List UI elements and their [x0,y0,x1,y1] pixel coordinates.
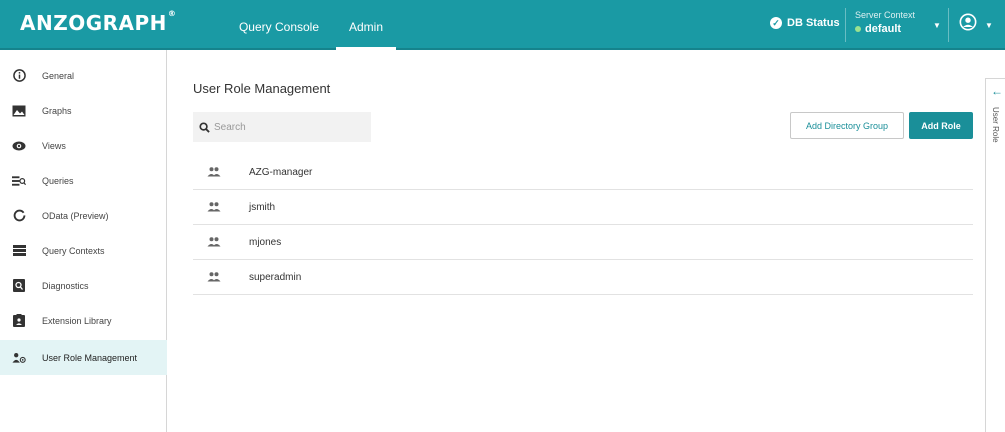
db-status-button[interactable]: ✓ DB Status [770,17,840,29]
sidebar-item-label: Diagnostics [42,280,89,291]
check-circle-icon: ✓ [770,17,782,29]
page-title: User Role Management [193,81,331,96]
user-account-icon[interactable] [959,13,977,31]
query-list-icon [12,174,26,188]
logo-text: ANZOGRAPH [20,11,167,35]
sidebar: General Graphs Views Queries OData (Prev… [0,50,167,432]
sidebar-item-label: General [42,70,75,81]
side-panel-label: User Role [991,107,1000,143]
server-context-value: default [865,23,902,35]
role-row-jsmith[interactable]: jsmith [193,190,973,225]
sidebar-item-odata[interactable]: OData (Preview) [0,198,167,233]
server-context-label: Server Context [855,10,916,20]
eye-icon [12,139,26,153]
sidebar-item-label: Views [42,140,66,151]
group-icon [207,272,221,282]
tab-label: Admin [348,20,383,34]
arrow-left-icon[interactable]: ← [991,85,1003,97]
sidebar-item-general[interactable]: General [0,58,167,93]
sidebar-item-label: Queries [42,175,74,186]
db-status-label: DB Status [787,17,840,29]
sidebar-item-query-contexts[interactable]: Query Contexts [0,233,167,268]
sidebar-item-label: Extension Library [42,315,112,326]
search-placeholder: Search [214,121,246,133]
image-icon [12,104,26,118]
logo-registered-mark: ® [167,9,177,18]
role-row-mjones[interactable]: mjones [193,225,973,260]
group-icon [207,202,221,212]
tab-query-console[interactable]: Query Console [226,0,332,50]
search-input[interactable]: Search [193,112,371,142]
sidebar-item-views[interactable]: Views [0,128,167,163]
sidebar-item-diagnostics[interactable]: Diagnostics [0,268,167,303]
role-row-superadmin[interactable]: superadmin [193,260,973,295]
add-role-button[interactable]: Add Role [909,112,973,139]
group-icon [207,237,221,247]
sidebar-item-label: OData (Preview) [42,210,109,221]
status-dot-icon [855,26,861,32]
divider [948,8,949,42]
top-bar: ANZOGRAPH® Query Console Admin ✓ DB Stat… [0,0,1005,50]
sidebar-item-label: User Role Management [42,352,138,363]
chevron-down-icon[interactable]: ▼ [933,21,941,30]
server-context-value-row: default [855,23,915,35]
search-icon [199,121,210,133]
list-icon [12,244,26,258]
user-role-side-panel[interactable]: ← User Role [985,78,1005,432]
role-name: superadmin [249,271,302,283]
sidebar-item-graphs[interactable]: Graphs [0,93,167,128]
sidebar-item-label: Query Contexts [42,245,105,256]
role-name: mjones [249,236,282,248]
role-row-azg-manager[interactable]: AZG-manager [193,155,973,190]
sidebar-item-extension-library[interactable]: Extension Library [0,303,167,338]
divider [845,8,846,42]
tab-admin[interactable]: Admin [336,0,396,50]
sidebar-item-queries[interactable]: Queries [0,163,167,198]
group-icon [207,167,221,177]
info-icon [12,69,26,83]
clipboard-icon [12,314,26,328]
diagnostics-icon [12,279,26,293]
sidebar-item-user-role-management[interactable]: User Role Management [0,340,167,375]
user-role-icon [12,351,26,365]
app-logo[interactable]: ANZOGRAPH® [20,9,177,35]
ring-icon [12,209,26,223]
sidebar-item-label: Graphs [42,105,72,116]
add-directory-group-button[interactable]: Add Directory Group [790,112,904,139]
role-name: jsmith [249,201,276,213]
server-context-select[interactable]: Server Context default [855,10,915,35]
chevron-down-icon[interactable]: ▼ [985,21,993,30]
tab-label: Query Console [238,20,320,34]
role-name: AZG-manager [249,166,313,178]
